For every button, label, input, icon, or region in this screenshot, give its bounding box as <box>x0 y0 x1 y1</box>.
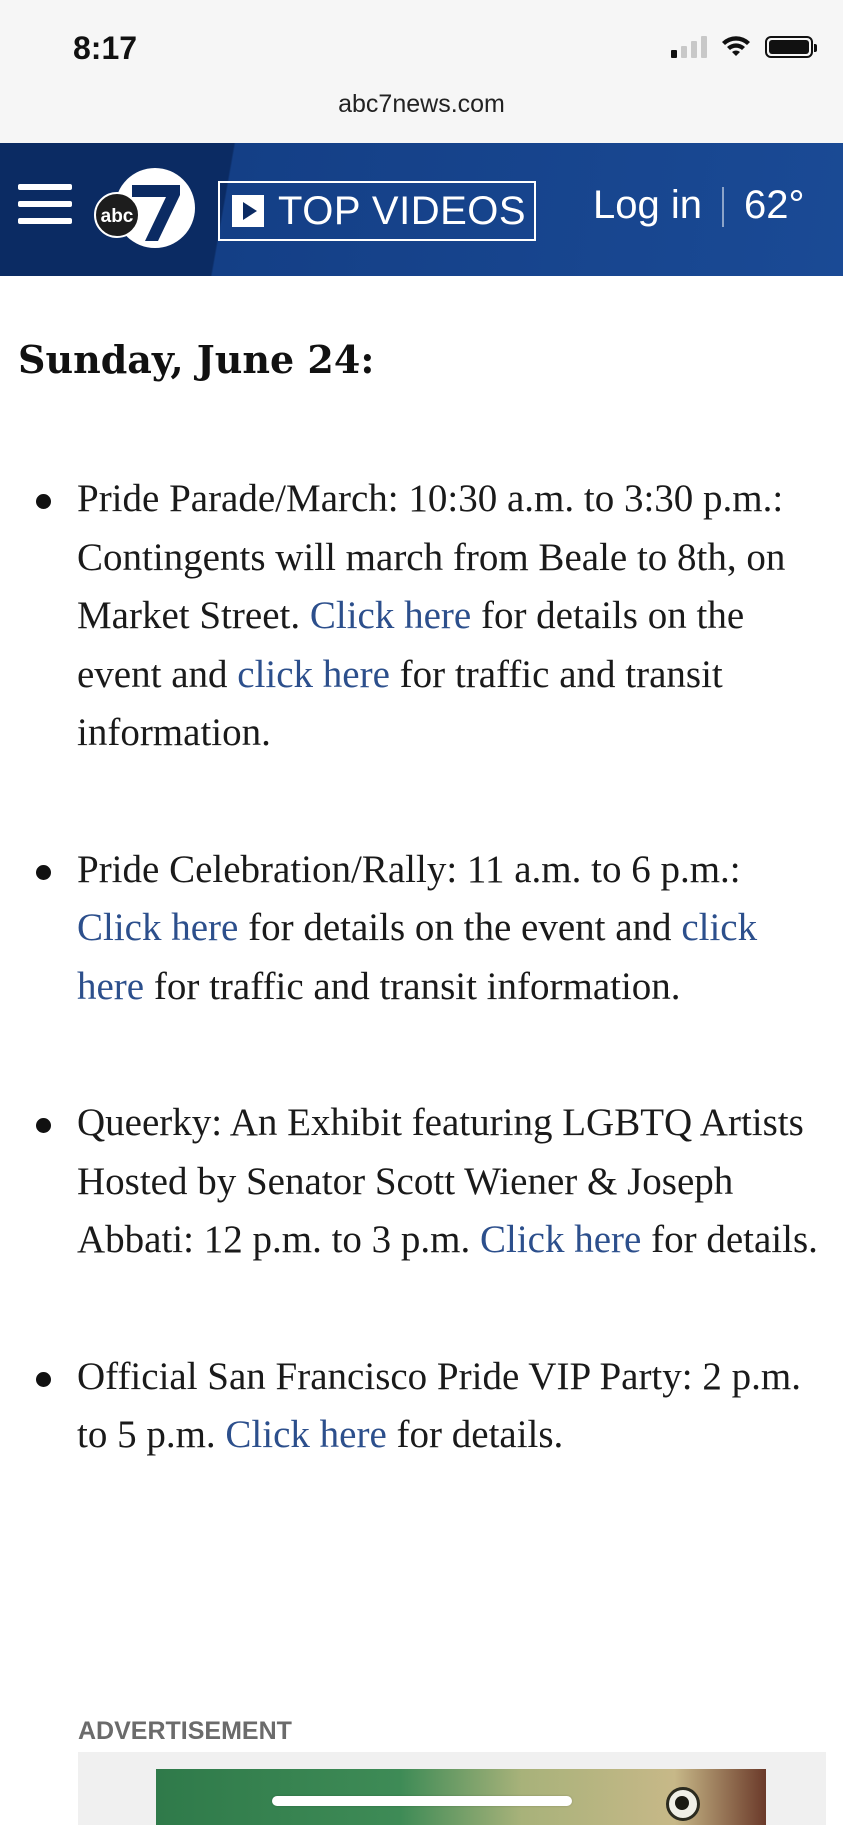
traffic-transit-link[interactable]: click here <box>237 653 390 696</box>
status-bar: 8:17 abc7news.com <box>0 0 843 144</box>
list-item: Queerky: An Exhibit featuring LGBTQ Arti… <box>0 1094 843 1270</box>
list-item: Official San Francisco Pride VIP Party: … <box>0 1348 843 1465</box>
status-icons <box>671 36 817 58</box>
event-details-link[interactable]: Click here <box>310 594 471 637</box>
event-list: Pride Parade/March: 10:30 a.m. to 3:30 p… <box>0 470 843 1543</box>
status-time: 8:17 <box>73 30 138 66</box>
section-heading: Sunday, June 24: <box>18 337 375 382</box>
top-videos-label: TOP VIDEOS <box>278 188 527 233</box>
list-item: Pride Celebration/Rally: 11 a.m. to 6 p.… <box>0 841 843 1017</box>
address-bar-url[interactable]: abc7news.com <box>0 90 843 119</box>
abc7-logo[interactable]: abc <box>92 165 198 251</box>
site-header: abc TOP VIDEOS Log in 62° <box>0 143 843 276</box>
play-icon <box>232 195 264 227</box>
bullet <box>36 1371 51 1387</box>
home-indicator[interactable] <box>272 1796 572 1806</box>
event-details-link[interactable]: Click here <box>77 906 238 949</box>
event-details-link[interactable]: Click here <box>225 1413 386 1456</box>
bullet <box>36 1118 51 1133</box>
event-text: Pride Celebration/Rally: 11 a.m. to 6 p.… <box>77 847 741 891</box>
event-details-link[interactable]: Click here <box>480 1218 641 1261</box>
logo-text: abc <box>101 206 134 227</box>
header-divider <box>722 187 724 227</box>
bullet <box>36 864 51 880</box>
weather-temperature[interactable]: 62° <box>744 183 805 228</box>
cartoon-eye-icon <box>666 1787 700 1821</box>
cellular-signal-icon <box>671 36 707 58</box>
event-text: for details on the event and <box>238 906 682 949</box>
login-link[interactable]: Log in <box>593 183 702 228</box>
event-text: for details. <box>386 1413 564 1456</box>
event-text: for traffic and transit information. <box>144 964 681 1008</box>
battery-icon <box>765 36 817 58</box>
wifi-icon <box>722 36 750 56</box>
menu-hamburger-icon[interactable] <box>18 184 72 232</box>
bullet <box>36 494 51 509</box>
top-videos-button[interactable]: TOP VIDEOS <box>218 181 536 241</box>
advertisement-label: ADVERTISEMENT <box>78 1717 292 1745</box>
event-text: for details. <box>641 1218 818 1261</box>
list-item: Pride Parade/March: 10:30 a.m. to 3:30 p… <box>0 470 843 763</box>
advertisement-container[interactable] <box>78 1752 826 1825</box>
